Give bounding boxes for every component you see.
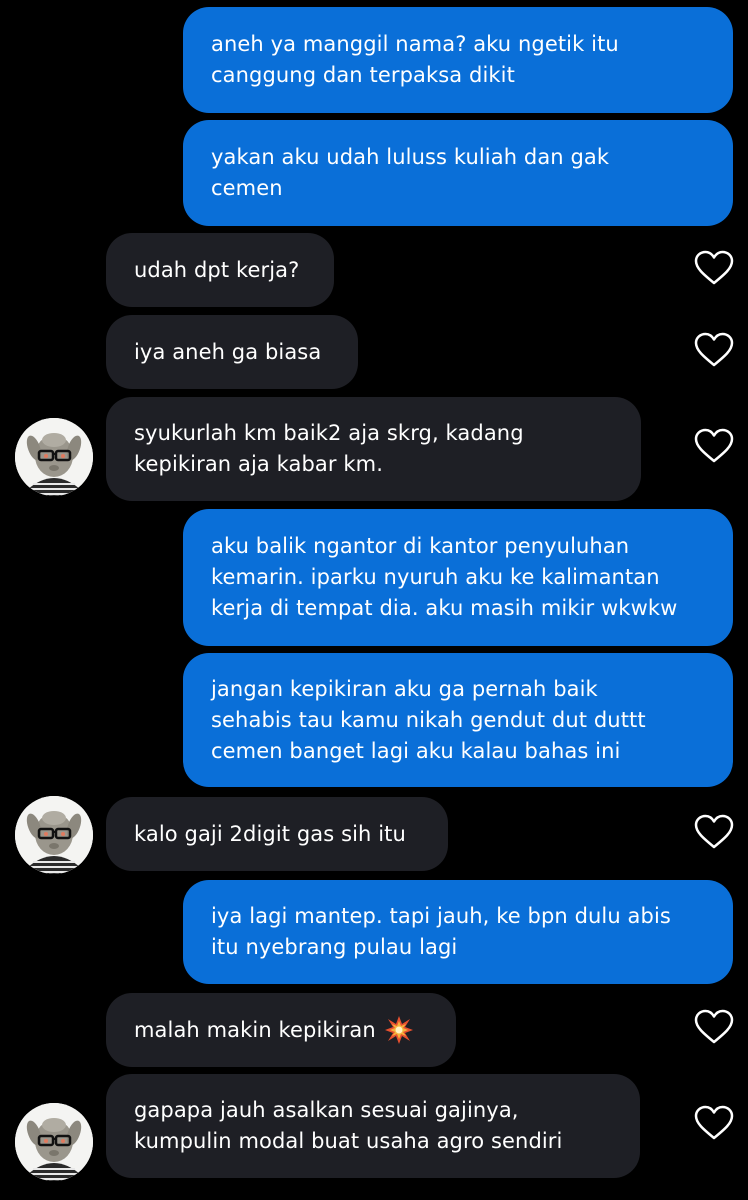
sent-message[interactable]: yakan aku udah luluss kuliah dan gak cem… [183,120,733,226]
message-text: aku balik ngantor di kantor penyuluhan k… [211,534,678,620]
sent-message[interactable]: aku balik ngantor di kantor penyuluhan k… [183,509,733,646]
message-text: gapapa jauh asalkan sesuai gajinya, kump… [134,1098,563,1153]
received-message[interactable]: iya aneh ga biasa [106,315,358,389]
heart-outline-icon[interactable] [694,428,734,464]
received-message[interactable]: gapapa jauh asalkan sesuai gajinya, kump… [106,1074,640,1178]
sheep-avatar-icon [15,796,93,874]
message-text: kalo gaji 2digit gas sih itu [134,821,406,846]
heart-outline-icon[interactable] [694,250,734,286]
received-message[interactable]: malah makin kepikiran [106,993,456,1067]
message-text: syukurlah km baik2 aja skrg, kadang kepi… [134,421,524,476]
message-text: iya lagi mantep. tapi jauh, ke bpn dulu … [211,904,671,959]
received-message[interactable]: udah dpt kerja? [106,233,334,307]
received-message[interactable]: kalo gaji 2digit gas sih itu [106,797,448,871]
message-text: jangan kepikiran aku ga pernah baik seha… [211,676,646,763]
sent-message[interactable]: jangan kepikiran aku ga pernah baik seha… [183,653,733,787]
heart-outline-icon[interactable] [694,1105,734,1141]
avatar[interactable] [15,796,93,874]
collision-emoji [384,1016,413,1044]
avatar[interactable] [15,418,93,496]
sheep-avatar-icon [15,1103,93,1181]
heart-outline-icon[interactable] [694,814,734,850]
message-text: aneh ya manggil nama? aku ngetik itu can… [211,32,619,87]
message-text: iya aneh ga biasa [134,339,322,364]
message-text: yakan aku udah luluss kuliah dan gak cem… [211,145,610,200]
heart-outline-icon[interactable] [694,1009,734,1045]
avatar[interactable] [15,1103,93,1181]
sent-message[interactable]: iya lagi mantep. tapi jauh, ke bpn dulu … [183,880,733,984]
heart-outline-icon[interactable] [694,332,734,368]
message-text: udah dpt kerja? [134,257,300,282]
message-text: malah makin kepikiran [134,1017,376,1042]
received-message[interactable]: syukurlah km baik2 aja skrg, kadang kepi… [106,397,641,501]
sent-message[interactable]: aneh ya manggil nama? aku ngetik itu can… [183,7,733,113]
sheep-avatar-icon [15,418,93,496]
